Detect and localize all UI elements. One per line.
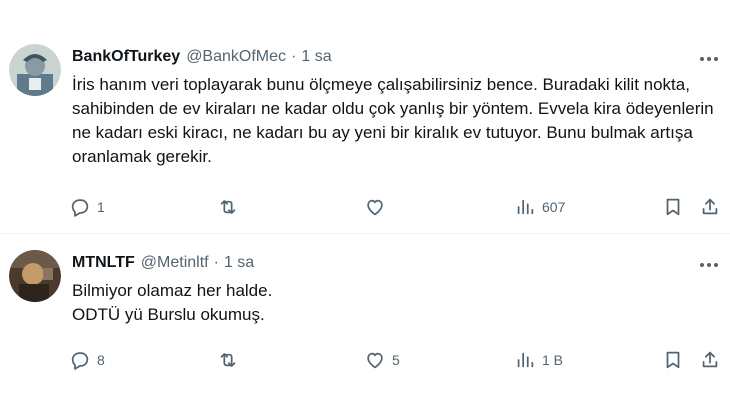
bookmark-button[interactable] bbox=[662, 192, 684, 222]
tweet-header: MTNLTF @Metinltf · 1 sa bbox=[72, 254, 660, 272]
like-button[interactable]: 5 bbox=[364, 345, 400, 375]
tweet-text: İris hanım veri toplayarak bunu ölçmeye … bbox=[72, 73, 716, 169]
reply-icon bbox=[71, 352, 89, 370]
avatar[interactable] bbox=[9, 250, 61, 302]
share-button[interactable] bbox=[699, 345, 721, 375]
retweet-icon bbox=[220, 353, 236, 367]
user-handle[interactable]: @BankOfMec bbox=[186, 48, 286, 66]
views-button[interactable]: 607 bbox=[514, 192, 565, 222]
bookmark-icon bbox=[666, 351, 680, 369]
more-icon[interactable] bbox=[698, 255, 720, 275]
user-handle[interactable]: @Metinltf bbox=[141, 254, 209, 272]
reply-count: 1 bbox=[97, 199, 105, 215]
reply-button[interactable]: 1 bbox=[69, 192, 105, 222]
action-bar: 8 5 1 B bbox=[64, 345, 730, 375]
timestamp[interactable]: 1 sa bbox=[301, 48, 331, 66]
views-count: 607 bbox=[542, 199, 566, 215]
heart-icon bbox=[367, 352, 383, 369]
like-count: 5 bbox=[392, 352, 400, 368]
views-count: 1 B bbox=[542, 352, 564, 368]
share-button[interactable] bbox=[699, 192, 721, 222]
reply-button[interactable]: 8 bbox=[69, 345, 105, 375]
timestamp[interactable]: 1 sa bbox=[224, 254, 254, 272]
bookmark-button[interactable] bbox=[662, 345, 684, 375]
retweet-button[interactable] bbox=[217, 345, 245, 375]
like-button[interactable] bbox=[364, 192, 392, 222]
tweet-body: Bilmiyor olamaz her halde. ODTÜ yü Bursl… bbox=[72, 281, 273, 324]
share-icon bbox=[702, 351, 718, 368]
share-icon bbox=[702, 198, 718, 215]
tweet-text: Bilmiyor olamaz her halde. ODTÜ yü Bursl… bbox=[72, 279, 716, 327]
reply-icon bbox=[71, 199, 89, 217]
tweet-header: BankOfTurkey @BankOfMec · 1 sa bbox=[72, 48, 660, 66]
retweet-icon bbox=[220, 200, 236, 214]
views-button[interactable]: 1 B bbox=[514, 345, 563, 375]
avatar[interactable] bbox=[9, 44, 61, 96]
views-icon bbox=[517, 352, 534, 368]
display-name[interactable]: MTNLTF bbox=[72, 254, 135, 272]
more-icon[interactable] bbox=[698, 49, 720, 69]
views-icon bbox=[517, 199, 534, 215]
separator-dot: · bbox=[213, 254, 219, 271]
display-name[interactable]: BankOfTurkey bbox=[72, 48, 180, 66]
heart-icon bbox=[367, 199, 383, 216]
bookmark-icon bbox=[666, 198, 680, 216]
retweet-button[interactable] bbox=[217, 192, 245, 222]
separator-dot: · bbox=[291, 48, 297, 65]
tweet[interactable]: MTNLTF @Metinltf · 1 sa Bilmiyor olamaz … bbox=[0, 234, 730, 420]
tweet-body: İris hanım veri toplayarak bunu ölçmeye … bbox=[72, 75, 714, 166]
action-bar: 1 607 bbox=[64, 192, 730, 222]
reply-count: 8 bbox=[97, 352, 105, 368]
tweet[interactable]: BankOfTurkey @BankOfMec · 1 sa İris hanı… bbox=[0, 0, 730, 234]
